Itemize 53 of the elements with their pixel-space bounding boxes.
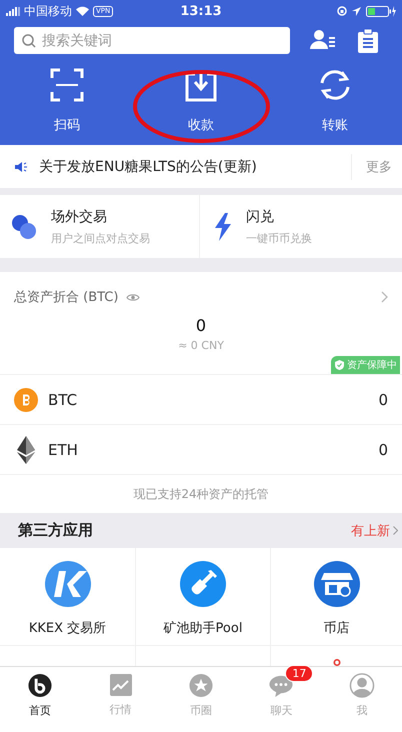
tab[interactable]: 聊天 17: [241, 667, 322, 719]
two-circles-icon: [11, 214, 37, 240]
shop-icon[interactable]: [314, 561, 360, 607]
support-note: 现已支持24种资产的托管: [132, 486, 270, 502]
speaker-icon: [15, 160, 27, 172]
avatar-icon: [348, 673, 375, 698]
shield-icon: [335, 360, 344, 370]
clipboard-icon[interactable]: [358, 28, 378, 52]
battery-icon: [366, 6, 396, 16]
chevron-right-icon: [393, 526, 398, 535]
unread-badge: 17: [285, 665, 314, 682]
app-label[interactable]: 币店: [324, 619, 350, 637]
total-assets-label: 总资产折合 (BTC): [14, 289, 118, 306]
status-time: 13:13: [180, 4, 222, 18]
app-tile[interactable]: 矿池助手Pool: [136, 548, 270, 645]
service-item[interactable]: 闪兑 一键币币兑换: [199, 195, 402, 258]
chevron-right-icon[interactable]: [381, 291, 388, 303]
chart-icon: [108, 673, 133, 697]
coin-icon: [14, 388, 38, 412]
contacts-icon[interactable]: [310, 28, 336, 50]
search-icon: [22, 34, 36, 48]
app-tile[interactable]: [136, 646, 270, 666]
app-tile[interactable]: KKEX 交易所: [0, 548, 135, 645]
protection-badge: 资产保障中: [331, 356, 400, 374]
app-label[interactable]: 矿池助手Pool: [164, 619, 242, 637]
wifi-icon: [76, 6, 89, 16]
lightning-icon: [214, 212, 232, 240]
cny-value: ≈ 0 CNY: [177, 339, 225, 352]
carrier-name: 中国移动: [24, 2, 72, 20]
app-icon[interactable]: [44, 561, 90, 607]
section-title: 第三方应用: [18, 521, 94, 540]
home-icon: [27, 673, 54, 698]
shovel-icon[interactable]: [180, 561, 226, 607]
action-button[interactable]: 扫码: [0, 68, 134, 134]
action-button[interactable]: 转账: [268, 68, 402, 134]
app-tile[interactable]: [271, 646, 402, 666]
coin-row[interactable]: BTC 0: [0, 375, 402, 425]
location-icon: [352, 6, 362, 16]
search-field[interactable]: 搜索关键词: [14, 27, 290, 54]
announcement-text[interactable]: 关于发放ENU糖果LTS的公告(更新): [39, 158, 351, 176]
app-label[interactable]: KKEX 交易所: [28, 619, 106, 637]
scan-icon: [50, 68, 84, 102]
eye-icon[interactable]: [126, 292, 140, 302]
coin-row[interactable]: ETH 0: [0, 425, 402, 475]
lock-rotation-icon: [337, 6, 348, 16]
app-tile[interactable]: 币店: [271, 548, 402, 645]
chat-icon: [268, 673, 294, 698]
total-value: 0: [194, 316, 208, 335]
signal-icon: [6, 6, 20, 16]
app-tile[interactable]: [0, 646, 135, 666]
tab[interactable]: 首页: [0, 667, 80, 719]
service-item[interactable]: 场外交易 用户之间点对点交易: [0, 195, 199, 258]
diamond-icon: [17, 436, 35, 464]
